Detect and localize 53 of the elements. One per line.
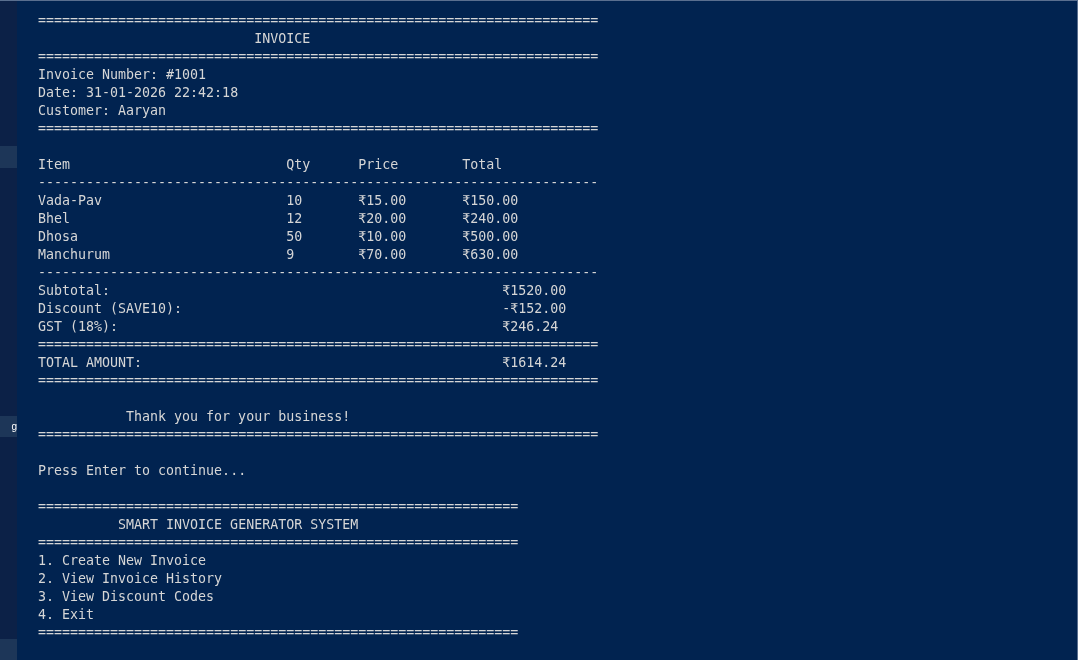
output-line: 4. Exit xyxy=(38,606,95,624)
summary-value: ₹1614.24 xyxy=(502,354,567,372)
table-cell: ₹70.00 xyxy=(358,247,407,262)
panel-tab-label[interactable]: g xyxy=(0,415,17,438)
output-line: 3. View Discount Codes xyxy=(38,588,215,606)
panel-tab[interactable] xyxy=(0,639,17,660)
output-line: Customer: Aaryan xyxy=(38,102,167,120)
table-cell: Total xyxy=(462,157,503,172)
divider-line: ====================================================================== xyxy=(38,12,599,30)
output-line: 1. Create New Invoice xyxy=(38,552,207,570)
summary-value: ₹1520.00 xyxy=(502,282,567,300)
heading-text: INVOICE xyxy=(254,30,311,48)
summary-label: Discount (SAVE10): xyxy=(38,301,183,316)
table-cell: Price xyxy=(358,157,399,172)
output-line: Date: 31-01-2026 22:42:18 xyxy=(38,84,239,102)
divider-line: ---------------------------------------------------------------------- xyxy=(38,264,599,282)
table-cell: 50 xyxy=(286,229,303,244)
table-cell: 10 xyxy=(286,193,303,208)
table-cell: Vada-Pav xyxy=(38,193,103,208)
output-line: 2. View Invoice History xyxy=(38,570,223,588)
table-cell: Qty xyxy=(286,157,311,172)
divider-line: ---------------------------------------------------------------------- xyxy=(38,174,599,192)
table-cell: ₹150.00 xyxy=(462,193,519,208)
table-cell: 12 xyxy=(286,211,303,226)
table-cell: Item xyxy=(38,157,71,172)
table-cell: ₹630.00 xyxy=(462,247,519,262)
divider-line: ====================================================================== xyxy=(38,372,599,390)
divider-line: ============================================================ xyxy=(38,624,519,642)
divider-line: ====================================================================== xyxy=(38,426,599,444)
output-line: Press Enter to continue... xyxy=(38,462,247,480)
divider-line: ============================================================ xyxy=(38,498,519,516)
summary-value: -₹152.00 xyxy=(502,300,567,318)
panel-tab[interactable] xyxy=(0,146,17,168)
heading-text: SMART INVOICE GENERATOR SYSTEM xyxy=(118,516,359,534)
table-cell: ₹20.00 xyxy=(358,211,407,226)
divider-line: ====================================================================== xyxy=(38,336,599,354)
summary-label: Subtotal: xyxy=(38,283,111,298)
summary-label: TOTAL AMOUNT: xyxy=(38,355,143,370)
table-cell: Manchurum xyxy=(38,247,111,262)
table-cell: ₹15.00 xyxy=(358,193,407,208)
summary-value: ₹246.24 xyxy=(502,318,559,336)
table-cell: ₹10.00 xyxy=(358,229,407,244)
summary-label: GST (18%): xyxy=(38,319,119,334)
table-cell: ₹500.00 xyxy=(462,229,519,244)
table-cell: ₹240.00 xyxy=(462,211,519,226)
divider-line: ====================================================================== xyxy=(38,48,599,66)
divider-line: ============================================================ xyxy=(38,534,519,552)
table-cell: Dhosa xyxy=(38,229,79,244)
divider-line: ====================================================================== xyxy=(38,120,599,138)
output-line: Invoice Number: #1001 xyxy=(38,66,207,84)
table-cell: Bhel xyxy=(38,211,71,226)
closing-message: Thank you for your business! xyxy=(126,408,351,426)
table-cell: 9 xyxy=(286,247,295,262)
